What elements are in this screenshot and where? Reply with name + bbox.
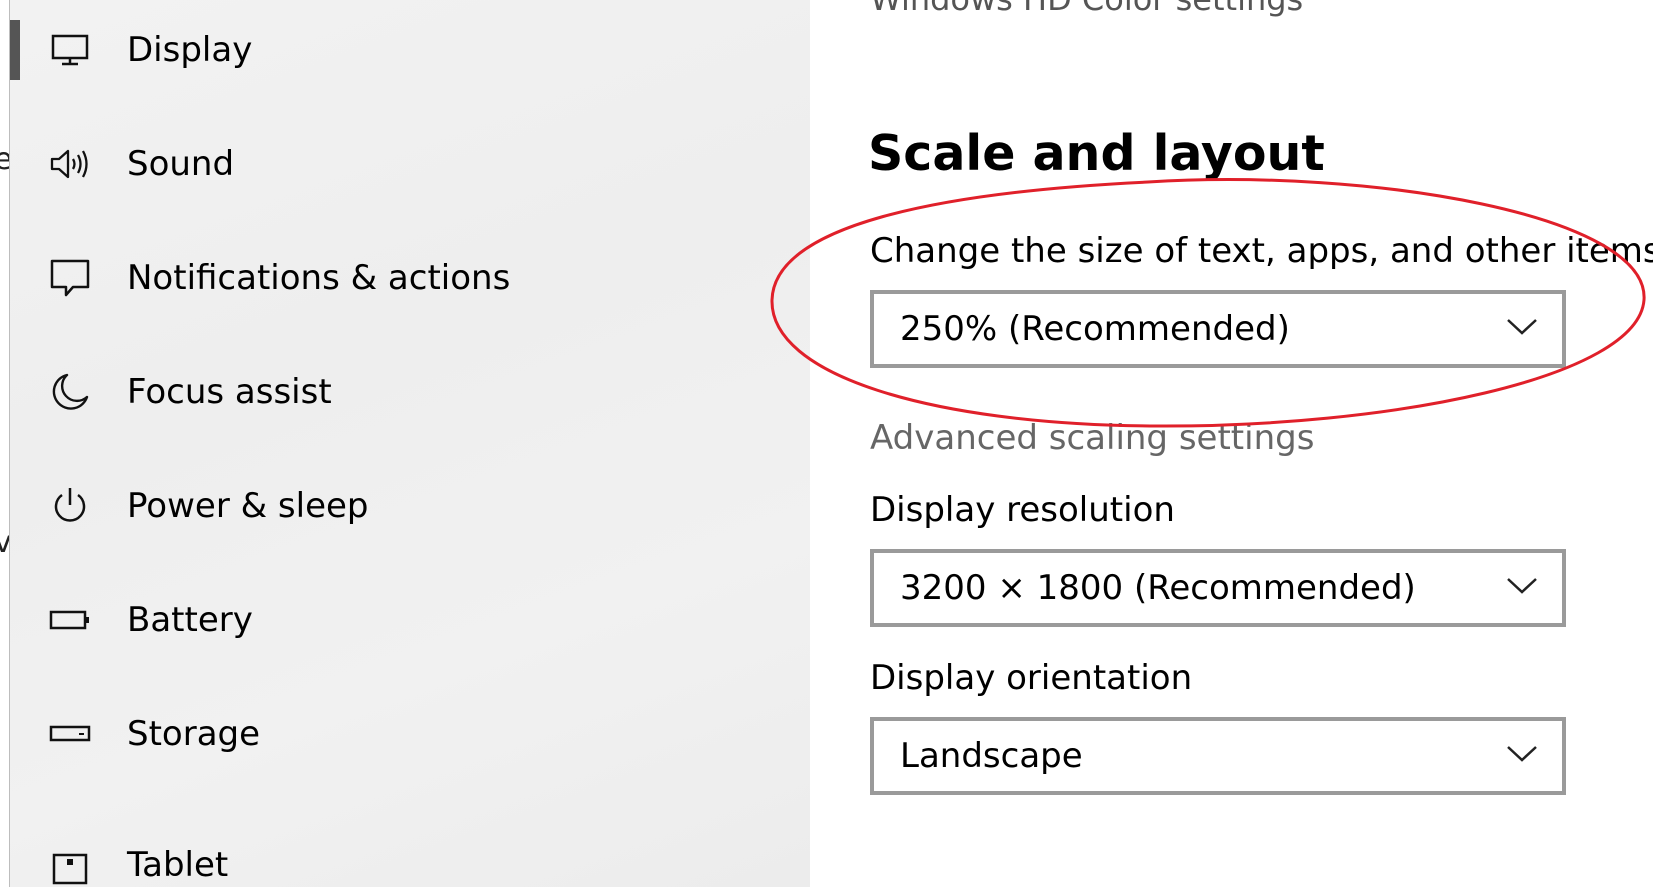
settings-sidebar: Display Sound Notifications & actions Fo… [10,0,810,887]
edge-fragment: l [0,485,2,515]
monitor-icon [48,28,92,72]
scale-dropdown-value: 250% (Recommended) [900,309,1290,349]
sidebar-item-label: Display [127,30,253,70]
sidebar-item-label: Notifications & actions [127,258,511,298]
moon-icon [48,370,92,414]
sidebar-item-label: Sound [127,144,235,184]
message-icon [48,256,92,300]
sidebar-item-display[interactable]: Display [10,0,790,105]
scale-label: Change the size of text, apps, and other… [870,231,1653,271]
sidebar-item-battery[interactable]: Battery [10,565,790,675]
sidebar-item-storage[interactable]: Storage [10,679,790,789]
sidebar-item-label: Battery [127,600,253,640]
section-title: Scale and layout [868,125,1325,182]
sidebar-item-tablet[interactable]: Tablet [10,810,790,887]
sidebar-item-label: Power & sleep [127,486,369,526]
sidebar-item-power-sleep[interactable]: Power & sleep [10,451,790,561]
storage-icon [48,712,92,756]
edge-fragment: i [0,315,2,345]
edge-fragment: v [0,528,9,558]
sidebar-item-sound[interactable]: Sound [10,109,790,219]
advanced-scaling-link[interactable]: Advanced scaling settings [870,418,1314,458]
sidebar-item-focus-assist[interactable]: Focus assist [10,337,790,447]
sidebar-item-label: Tablet [127,845,229,885]
sidebar-item-label: Storage [127,714,261,754]
battery-icon [48,598,92,642]
chevron-down-icon [1506,577,1538,599]
resolution-dropdown-value: 3200 × 1800 (Recommended) [900,568,1416,608]
background-window-edge: e i l v [0,0,10,887]
power-icon [48,484,92,528]
resolution-label: Display resolution [870,490,1175,530]
orientation-dropdown-value: Landscape [900,736,1083,776]
hd-color-settings-link[interactable]: Windows HD Color settings [870,0,1303,18]
chevron-down-icon [1506,318,1538,340]
resolution-dropdown[interactable]: 3200 × 1800 (Recommended) [870,549,1566,627]
sidebar-item-notifications[interactable]: Notifications & actions [10,223,790,333]
edge-fragment: e [0,145,9,175]
sidebar-item-label: Focus assist [127,372,332,412]
chevron-down-icon [1506,745,1538,767]
orientation-label: Display orientation [870,658,1193,698]
orientation-dropdown[interactable]: Landscape [870,717,1566,795]
scale-dropdown[interactable]: 250% (Recommended) [870,290,1566,368]
speaker-icon [48,142,92,186]
display-settings-panel: Windows HD Color settings Scale and layo… [810,0,1653,887]
tablet-icon [48,843,92,887]
